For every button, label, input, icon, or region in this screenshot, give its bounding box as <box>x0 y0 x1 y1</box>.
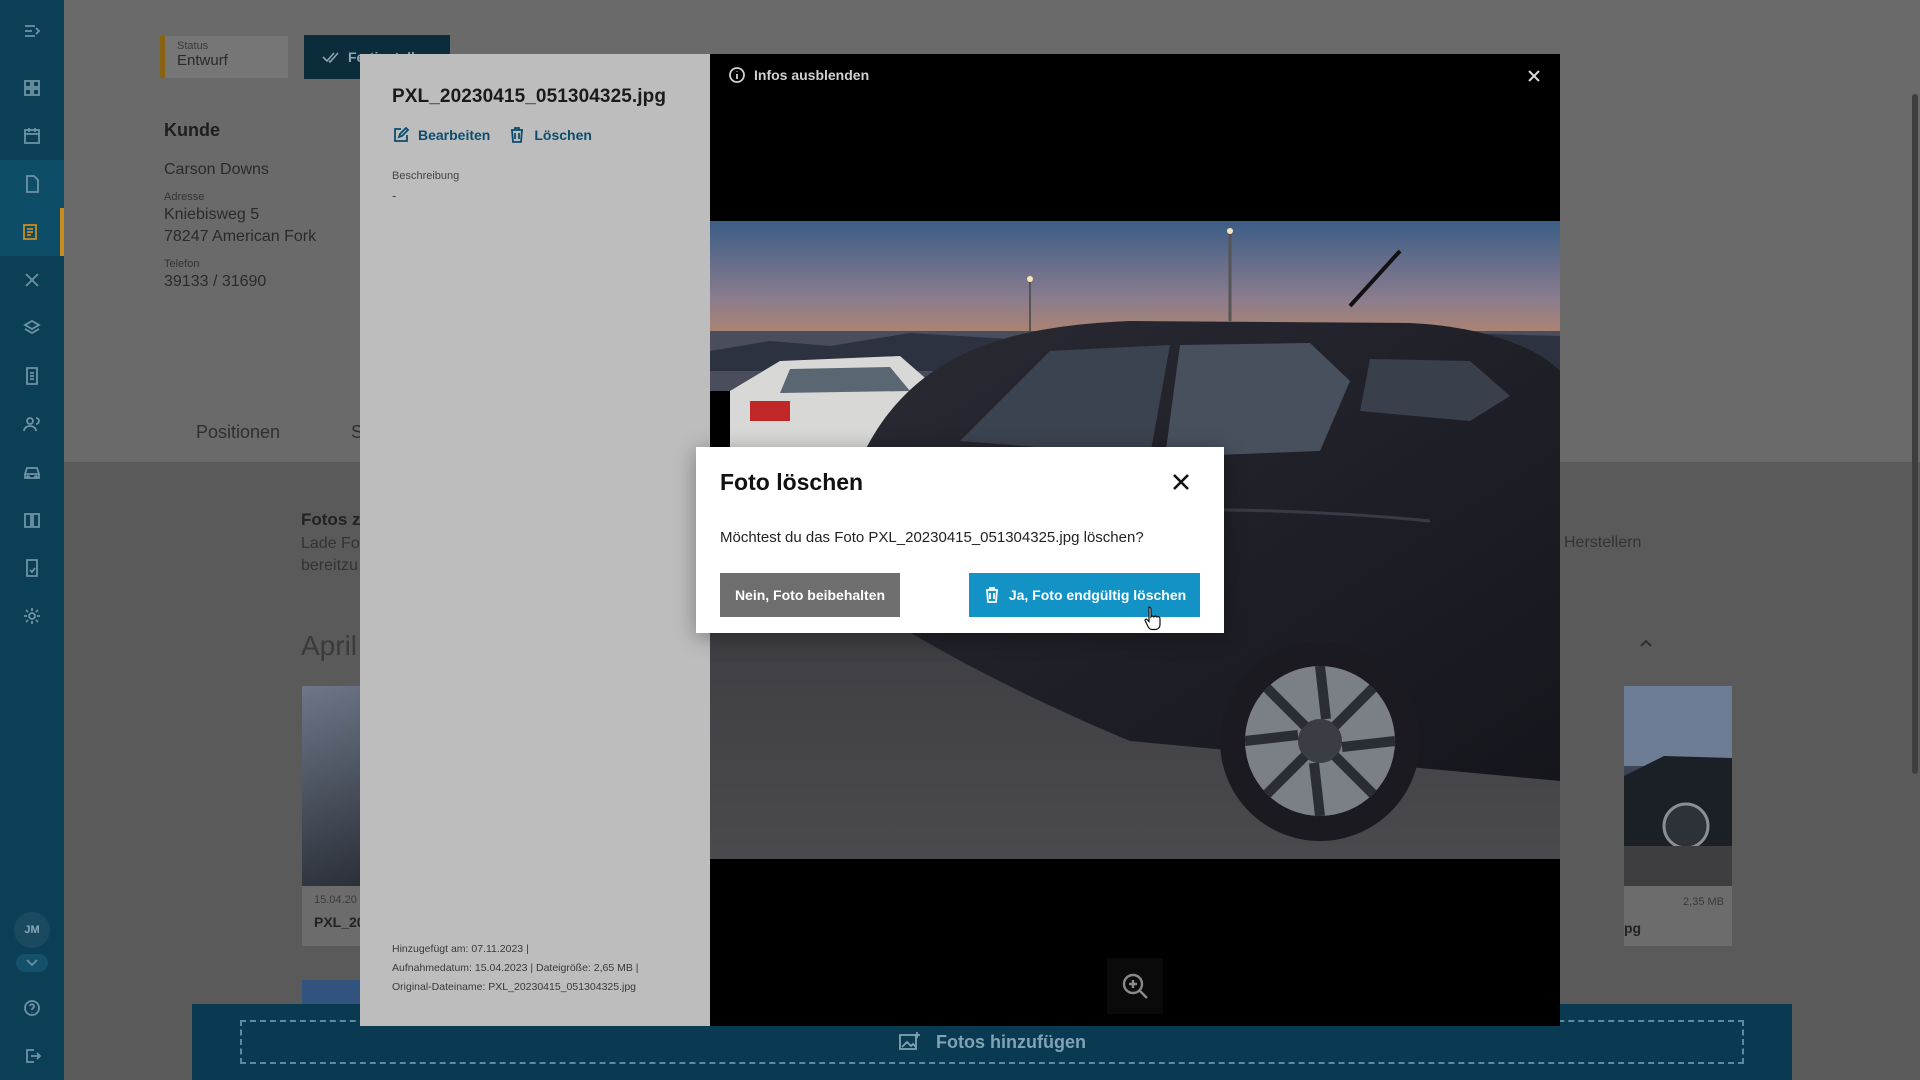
collapse-menu-icon <box>25 25 41 37</box>
dialog-title: Foto löschen <box>720 469 864 495</box>
sidebar-item-calendar[interactable] <box>0 112 64 160</box>
sidebar-item-users[interactable] <box>0 400 64 448</box>
meta-original: Original-Dateiname: PXL_20230415_0513043… <box>392 981 637 993</box>
dashboard-icon <box>24 80 40 96</box>
add-photos-dropzone[interactable]: Fotos hinzufügen <box>240 1020 1744 1064</box>
sidebar-item-vehicles[interactable] <box>0 448 64 496</box>
account-menu-toggle[interactable] <box>16 954 48 972</box>
sidebar-item-help[interactable] <box>0 984 64 1032</box>
status-box: Status Entwurf <box>160 36 288 78</box>
collapse-menu-button[interactable] <box>0 7 64 55</box>
avatar[interactable]: JM <box>14 912 50 948</box>
scrollbar-thumb[interactable] <box>1912 94 1918 774</box>
chevron-up-icon[interactable] <box>1638 636 1654 652</box>
car-thumbnail-art <box>1624 686 1732 886</box>
sidebar-item-catalog[interactable] <box>0 496 64 544</box>
photo-metadata: Hinzugefügt am: 07.11.2023 | Aufnahmedat… <box>392 940 639 997</box>
sidebar-item-layers[interactable] <box>0 304 64 352</box>
photo-card-name: PXL_20 <box>314 914 362 930</box>
photos-desc-end: Herstellern <box>1564 534 1642 551</box>
phone-value: 39133 / 31690 <box>164 273 267 290</box>
logout-icon <box>26 1049 42 1063</box>
description-label: Beschreibung <box>392 170 460 182</box>
users-icon <box>23 417 40 432</box>
sidebar-item-reports[interactable] <box>0 544 64 592</box>
photos-section-title: Fotos z <box>301 510 361 529</box>
status-label: Status <box>177 40 209 52</box>
photos-desc-line-1: Lade Fot <box>301 535 361 552</box>
calendar-icon <box>24 128 40 144</box>
document-icon <box>26 175 39 193</box>
phone-label: Telefon <box>164 258 200 270</box>
photo-filename: PXL_20230415_051304325.jpg <box>392 86 667 107</box>
trash-icon <box>985 587 998 603</box>
photos-section-description: Lade Fot bereitzu <box>301 533 361 577</box>
confirm-delete-button[interactable]: Ja, Foto endgültig löschen <box>969 573 1200 617</box>
toggle-info-label: Infos ausblenden <box>754 67 870 83</box>
customer-title: Kunde <box>164 120 220 140</box>
photo-card[interactable]: 15.04.20 PXL_20 <box>302 686 362 946</box>
edit-icon <box>394 126 410 142</box>
double-check-icon <box>322 52 339 63</box>
help-icon <box>24 1000 40 1016</box>
toggle-info-button[interactable]: Infos ausblenden <box>728 66 869 84</box>
photo-card-name: pg <box>1624 920 1642 936</box>
keep-photo-button[interactable]: Nein, Foto beibehalten <box>720 573 900 617</box>
meta-taken: Aufnahmedatum: 15.04.2023 | Dateigröße: … <box>392 962 639 974</box>
add-photos-label: Fotos hinzufügen <box>936 1031 1086 1052</box>
chevron-down-icon <box>26 959 38 967</box>
edit-photo-label: Bearbeiten <box>418 127 491 143</box>
delete-photo-button[interactable]: Löschen <box>508 126 592 144</box>
meta-added: Hinzugefügt am: 07.11.2023 | <box>392 943 529 955</box>
settings-icon <box>24 608 40 624</box>
dialog-message: Möchtest du das Foto PXL_20230415_051304… <box>720 529 1144 546</box>
trash-icon <box>511 127 524 143</box>
sidebar-item-logout[interactable] <box>0 1032 64 1080</box>
tools-icon <box>25 273 39 287</box>
photo-card-size: 2,35 MB <box>1683 896 1724 908</box>
photo-card[interactable]: 2,35 MB pg <box>1624 686 1732 946</box>
hand-cursor-icon <box>1144 606 1161 631</box>
add-image-icon <box>899 1032 921 1050</box>
customer-name: Carson Downs <box>164 161 269 178</box>
confirm-delete-label: Ja, Foto endgültig löschen <box>1008 587 1187 603</box>
invoice-icon <box>23 224 37 240</box>
sidebar-item-tools[interactable] <box>0 256 64 304</box>
sidebar-item-invoices[interactable] <box>0 208 64 256</box>
book-icon <box>24 513 40 528</box>
tab-positions[interactable]: Positionen <box>196 422 280 443</box>
delete-photo-label: Löschen <box>534 127 592 143</box>
close-icon[interactable] <box>1172 473 1190 491</box>
photos-desc-line-2: bereitzu <box>301 557 358 574</box>
zoom-in-icon <box>1122 973 1148 999</box>
status-value: Entwurf <box>177 52 228 69</box>
file-text-icon <box>26 367 38 385</box>
sidebar-item-documents[interactable] <box>0 160 64 208</box>
sidebar-item-dashboard[interactable] <box>0 64 64 112</box>
report-icon <box>26 559 38 577</box>
photo-actions: Bearbeiten Löschen <box>392 126 592 144</box>
info-icon <box>729 67 745 83</box>
car-icon <box>24 467 40 479</box>
address-street: Kniebisweg 5 <box>164 206 260 223</box>
scrollbar[interactable] <box>1908 0 1920 1080</box>
close-icon[interactable] <box>1526 68 1542 84</box>
sidebar: JM <box>0 0 64 1080</box>
description-value: - <box>392 188 397 203</box>
layers-icon <box>23 319 41 335</box>
month-heading: April <box>301 630 358 661</box>
photo-card-date: 15.04.20 <box>314 894 357 906</box>
edit-photo-button[interactable]: Bearbeiten <box>392 126 490 144</box>
photo-thumbnail <box>1624 686 1732 886</box>
address-label: Adresse <box>164 191 205 203</box>
photo-thumbnail <box>302 686 362 886</box>
zoom-in-button[interactable] <box>1107 958 1163 1014</box>
sidebar-item-files[interactable] <box>0 352 64 400</box>
sidebar-item-settings[interactable] <box>0 592 64 640</box>
photo-info-panel: PXL_20230415_051304325.jpg Bearbeiten Lö… <box>360 54 710 1026</box>
address-city: 78247 American Fork <box>164 228 317 245</box>
